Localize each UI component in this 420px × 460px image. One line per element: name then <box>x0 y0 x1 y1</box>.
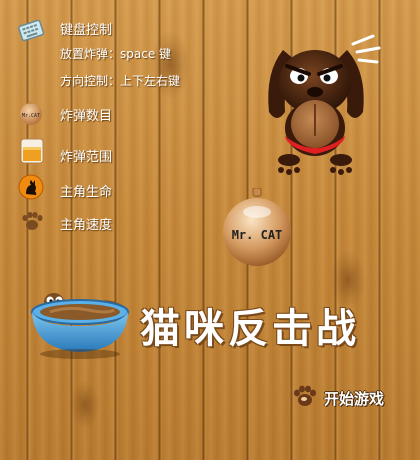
speed-label: 主角速度 <box>60 218 113 233</box>
start-game-button[interactable]: 开始游戏 <box>292 384 384 412</box>
wood-knot <box>150 30 190 100</box>
paw-icon <box>292 384 318 412</box>
angry-dog-illustration <box>255 32 385 186</box>
bomb-count-icon: Mr.CAT <box>17 98 45 130</box>
speed-icon <box>20 210 44 236</box>
lives-label: 主角生命 <box>60 185 113 200</box>
direction-key-instruction: 方向控制：上下左右键 <box>60 74 181 88</box>
mini-badge-text: Mr.CAT <box>22 113 40 119</box>
keyboard-control-label: 键盘控制 <box>60 23 113 38</box>
wood-knot <box>70 380 100 430</box>
game-title: 猫咪反击战 <box>140 305 360 352</box>
medallion-label: Mr. CAT <box>231 228 283 242</box>
bomb-key-instruction: 放置炸弹：space 键 <box>60 47 172 61</box>
bomb-range-icon <box>20 138 44 168</box>
bomb-range-label: 炸弹范围 <box>60 150 113 165</box>
start-game-label: 开始游戏 <box>324 389 385 408</box>
lives-icon <box>18 174 44 204</box>
cat-in-bowl-illustration <box>28 286 138 366</box>
bomb-count-label: 炸弹数目 <box>60 109 113 124</box>
mr-cat-bomb-medallion: Mr. CAT <box>220 188 294 266</box>
keyboard-icon <box>18 18 46 48</box>
